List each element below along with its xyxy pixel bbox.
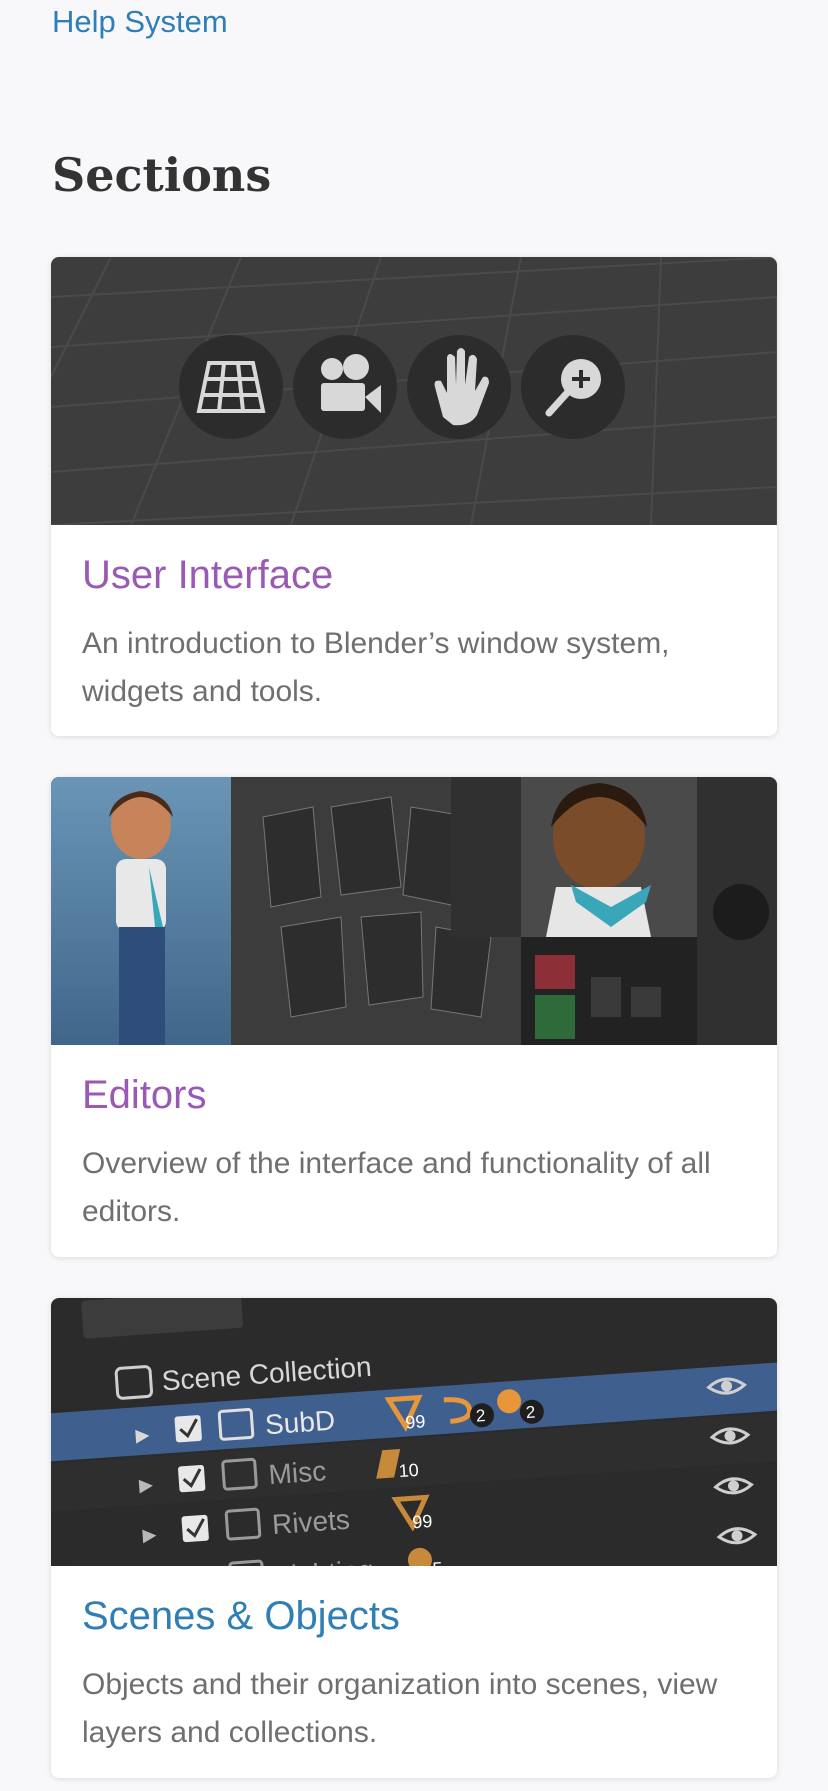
outliner-row-label: SubD [264,1405,336,1441]
sections-heading: Sections [52,148,272,202]
card-description: An introduction to Blender’s window syst… [82,627,670,708]
outliner-badge: 2 [475,1406,486,1426]
card-description: Overview of the interface and functional… [82,1147,711,1228]
card-editors[interactable]: Editors Overview of the interface and fu… [51,777,777,1257]
card-user-interface[interactable]: User Interface An introduction to Blende… [51,257,777,736]
outliner-row-label: Rivets [271,1504,351,1540]
card-title[interactable]: Scenes & Objects [82,1594,746,1639]
zoom-icon [521,335,625,439]
editors-thumbnail [51,777,777,1045]
outliner-badge: 99 [412,1511,433,1532]
svg-text:▶: ▶ [142,1524,157,1545]
outliner-badge: 5 [432,1558,443,1566]
camera-icon [293,335,397,439]
card-title[interactable]: User Interface [82,553,746,598]
card-scenes-objects[interactable]: Scene Collection ▶ SubD 99 2 2 ▶ Misc 10 [51,1298,777,1778]
help-system-link[interactable]: Help System [52,4,228,40]
svg-text:▶: ▶ [135,1424,150,1445]
outliner-row-label: Misc [268,1455,328,1490]
card-description: Objects and their organization into scen… [82,1668,718,1749]
user-interface-thumbnail [51,257,777,525]
outliner-thumbnail: Scene Collection ▶ SubD 99 2 2 ▶ Misc 10 [51,1298,777,1566]
hand-icon [407,335,511,439]
outliner-badge: 10 [398,1460,419,1481]
outliner-badge: 2 [525,1403,536,1423]
svg-text:▶: ▶ [138,1474,153,1495]
card-title[interactable]: Editors [82,1073,746,1118]
grid-icon [179,335,283,439]
outliner-badge: 99 [405,1411,426,1432]
